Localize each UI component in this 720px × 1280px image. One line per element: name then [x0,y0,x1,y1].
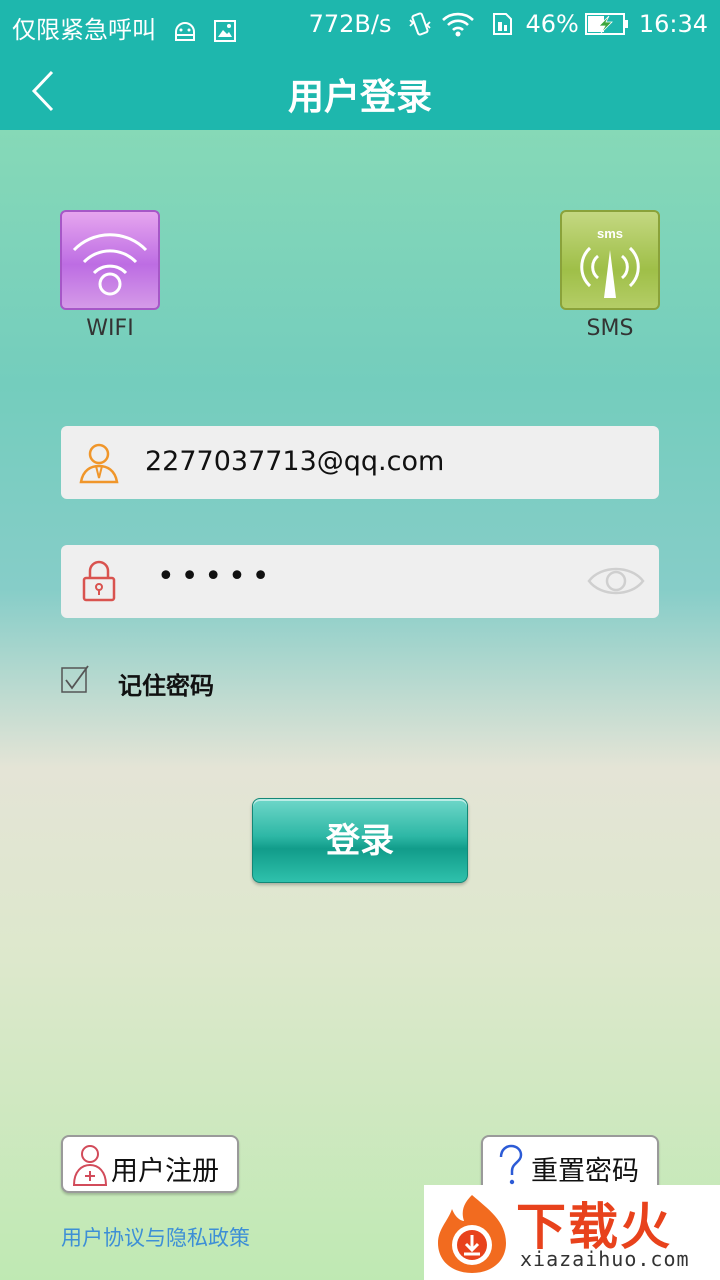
username-value: 2277037713@qq.com [145,446,445,477]
android-debug-icon [174,22,195,41]
question-icon [499,1144,523,1185]
remember-password-label: 记住密码 [118,672,214,700]
flame-logo-icon [438,1195,506,1273]
show-password-icon[interactable] [587,563,645,599]
watermark-subtitle: xiazaihuo.com [520,1247,690,1271]
register-button[interactable]: 用户注册 [61,1135,239,1193]
wifi-status-icon [442,12,475,37]
wifi-icon [72,233,148,296]
reset-password-label: 重置密码 [531,1156,639,1187]
sim-icon [493,13,513,35]
sms-mode-label: SMS [586,316,634,341]
status-bar: 仅限紧急呼叫 772B/s 46% 16:34 [0,0,720,52]
page-title: 用户登录 [287,77,432,118]
add-user-icon [72,1145,108,1186]
privacy-policy-link[interactable]: 用户协议与隐私政策 [61,1222,250,1252]
net-speed-text: 772B/s [308,10,392,38]
wifi-mode-button[interactable] [60,210,160,310]
sms-antenna-icon: sms [580,226,640,298]
login-button[interactable]: 登录 [252,798,468,883]
register-label: 用户注册 [111,1156,219,1187]
carrier-text: 仅限紧急呼叫 [12,16,156,44]
vibrate-icon [409,12,432,36]
battery-charging-icon [584,13,628,35]
wifi-mode-label: WIFI [86,316,134,341]
password-value: ••••• [157,559,276,594]
username-field[interactable]: 2277037713@qq.com [61,426,659,499]
password-field[interactable]: ••••• [61,545,659,618]
watermark: 下载火 xiazaihuo.com [424,1185,720,1280]
title-bar: 用户登录 [0,52,720,130]
battery-percent-text: 46% [525,10,579,38]
remember-password-checkbox[interactable] [60,664,90,694]
user-icon [79,443,119,484]
clock-text: 16:34 [638,10,708,38]
sms-mode-button[interactable]: sms [560,210,660,310]
status-left: 仅限紧急呼叫 [12,10,237,45]
status-right: 772B/s 46% 16:34 [309,10,708,38]
lock-icon [82,560,116,602]
image-icon [214,20,237,42]
sms-icon-text: sms [597,226,623,241]
